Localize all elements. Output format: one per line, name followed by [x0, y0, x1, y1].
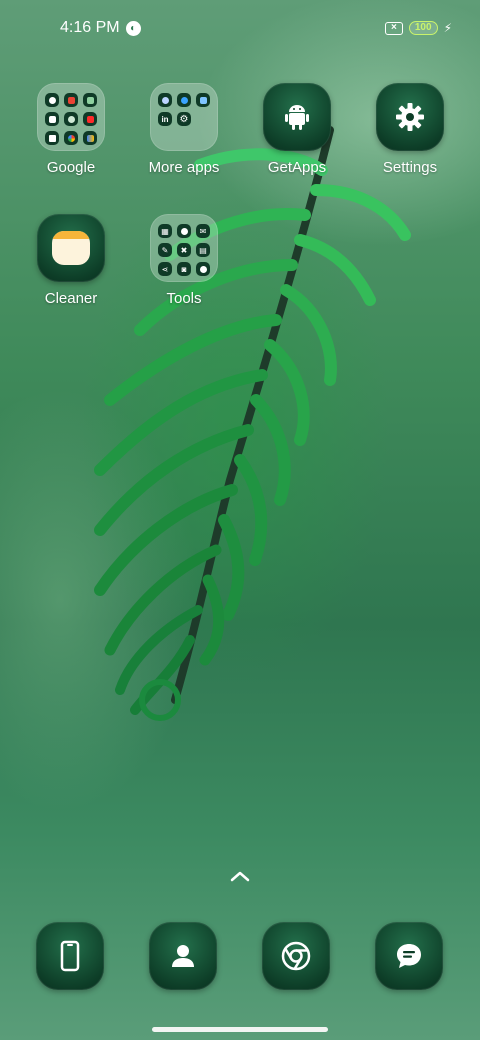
settings-label: Settings: [382, 159, 438, 176]
settings-tile[interactable]: [376, 83, 444, 151]
folder-google-tile[interactable]: [37, 83, 105, 151]
dock-messages[interactable]: [375, 922, 443, 990]
cleaner-label: Cleaner: [44, 290, 98, 307]
dock-chrome[interactable]: [262, 922, 330, 990]
chrome-tile[interactable]: [262, 922, 330, 990]
files-icon: [45, 112, 59, 126]
photos-icon: [64, 131, 78, 145]
app-icon-2: [177, 93, 191, 107]
folder-more-apps-label: More apps: [148, 159, 220, 176]
status-icons: × 100 ⚡: [384, 21, 452, 35]
gear-icon: [396, 103, 424, 131]
compass-icon: ✖: [177, 243, 191, 257]
linkedin-icon: in: [158, 112, 172, 126]
chevron-up-icon[interactable]: [228, 868, 252, 884]
folder-tools-label: Tools: [166, 290, 202, 307]
phone-icon: [60, 940, 80, 972]
security-icon: [196, 262, 210, 276]
settings-mini-icon: ⚙: [177, 112, 191, 126]
status-bar: 4:16 PM ◐ × 100 ⚡: [0, 0, 480, 56]
folder-tools[interactable]: ▦ ✉ ✎ ✖ ▤ ⋖ ◙ Tools: [136, 214, 232, 307]
notes-icon: ▤: [196, 243, 210, 257]
no-sim-icon: ×: [384, 21, 403, 35]
getapps-label: GetApps: [267, 159, 327, 176]
app-icon-1: [158, 93, 172, 107]
recorder-icon: ◙: [177, 262, 191, 276]
battery-icon: 100: [408, 21, 438, 35]
mail-icon: ✉: [196, 224, 210, 238]
clock-icon: [177, 224, 191, 238]
share-icon: ⋖: [158, 262, 172, 276]
charging-icon: ⚡: [443, 21, 452, 35]
contacts-icon: [172, 945, 194, 967]
folder-more-apps-tile[interactable]: in ⚙: [150, 83, 218, 151]
chrome-icon: [281, 941, 311, 971]
calculator-icon: ▦: [158, 224, 172, 238]
app-settings[interactable]: Settings: [362, 83, 458, 176]
folder-google-label: Google: [46, 159, 96, 176]
home-indicator[interactable]: [152, 1027, 328, 1032]
clock-time: 4:16 PM: [60, 19, 120, 36]
meet-icon: [83, 93, 97, 107]
android-icon: [285, 105, 309, 130]
cleaner-tile[interactable]: [37, 214, 105, 282]
dock-phone[interactable]: [36, 922, 104, 990]
app-cleaner[interactable]: Cleaner: [23, 214, 119, 307]
time-group: 4:16 PM ◐: [60, 19, 141, 37]
edit-icon: ✎: [158, 243, 172, 257]
gmail-icon: [64, 93, 78, 107]
folder-tools-tile[interactable]: ▦ ✉ ✎ ✖ ▤ ⋖ ◙: [150, 214, 218, 282]
tv-icon: [45, 131, 59, 145]
wallet-icon: [83, 131, 97, 145]
folder-more-apps[interactable]: in ⚙ More apps: [136, 83, 232, 176]
folder-google[interactable]: Google: [23, 83, 119, 176]
getapps-tile[interactable]: [263, 83, 331, 151]
app-icon-3: [196, 93, 210, 107]
messages-icon: [397, 944, 421, 968]
cleaner-icon: [52, 231, 90, 265]
google-icon: [45, 93, 59, 107]
notification-icon: ◐: [125, 20, 141, 36]
dock-contacts[interactable]: [149, 922, 217, 990]
drive-icon: [64, 112, 78, 126]
phone-tile[interactable]: [36, 922, 104, 990]
app-getapps[interactable]: GetApps: [249, 83, 345, 176]
youtube-icon: [83, 112, 97, 126]
contacts-tile[interactable]: [149, 922, 217, 990]
messages-tile[interactable]: [375, 922, 443, 990]
